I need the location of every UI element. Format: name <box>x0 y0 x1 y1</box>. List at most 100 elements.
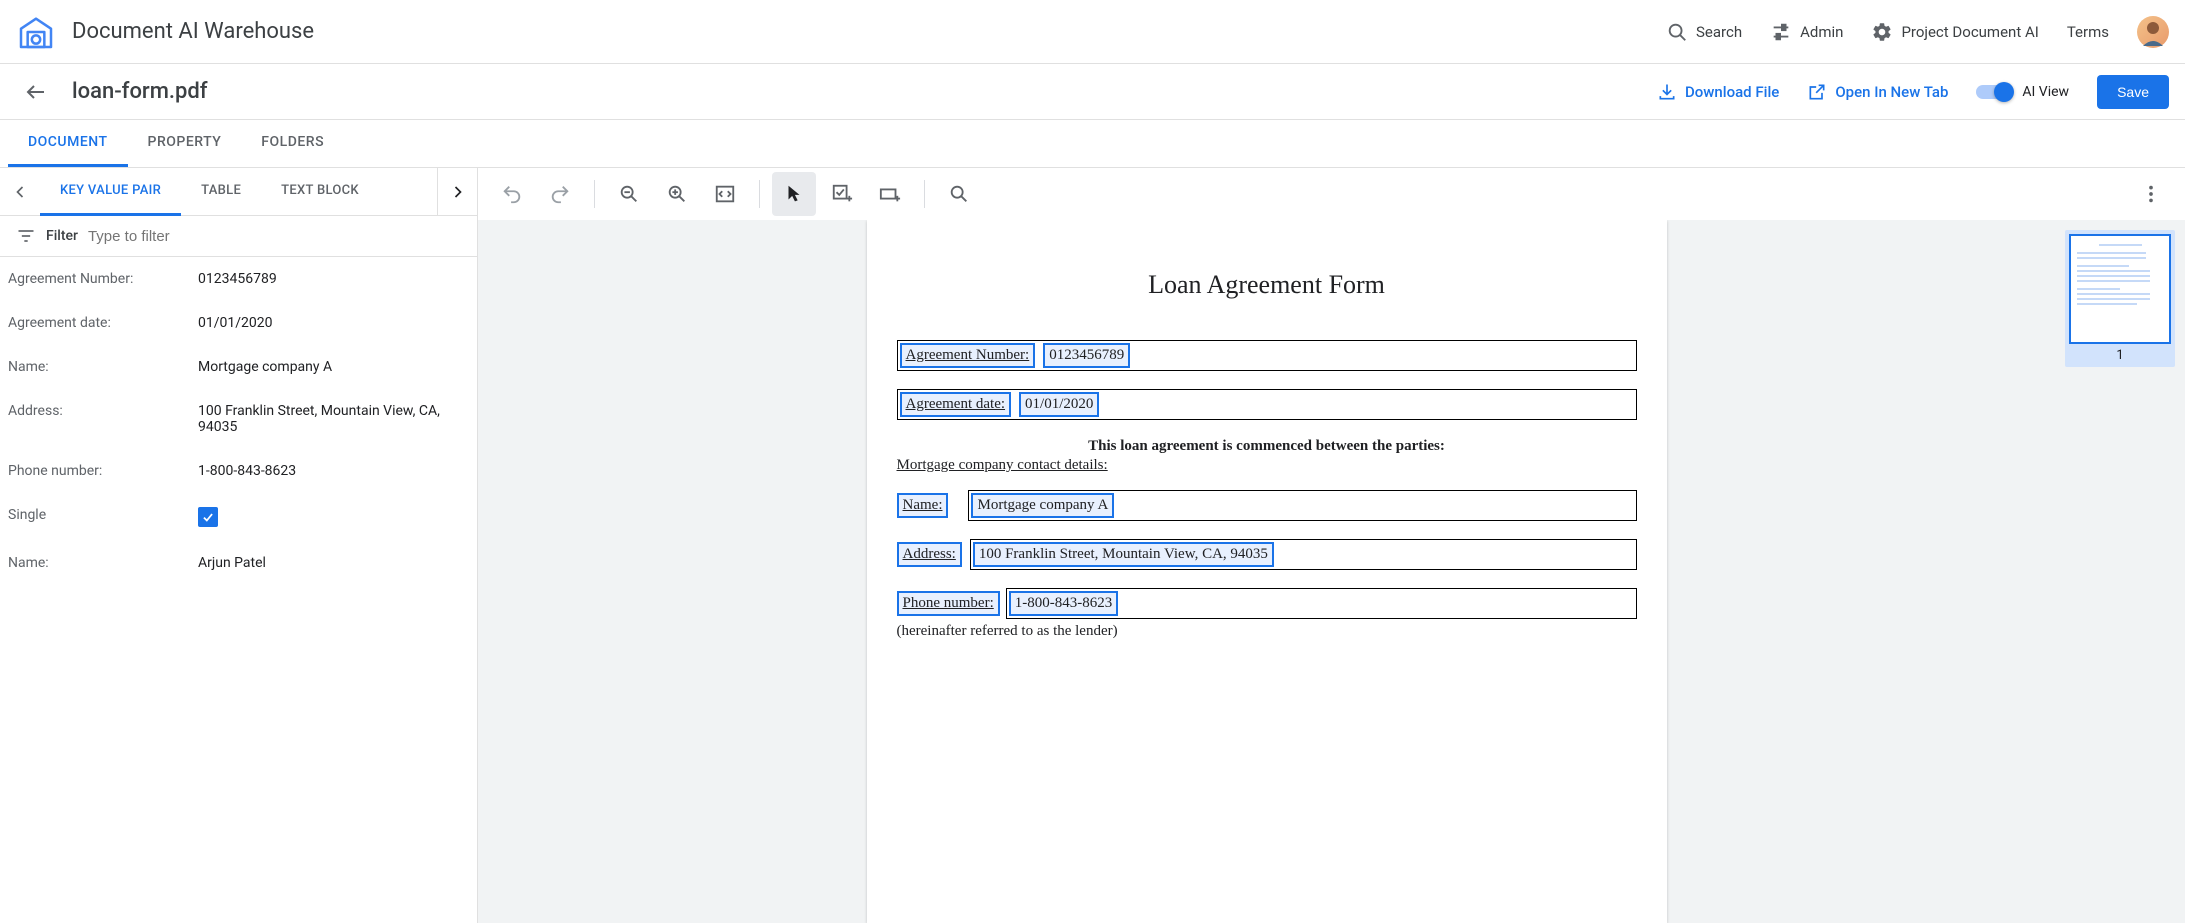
search-nav[interactable]: Search <box>1666 21 1742 43</box>
filter-label: Filter <box>46 228 78 244</box>
right-pane: Loan Agreement Form Agreement Number: 01… <box>478 168 2185 923</box>
viewer-area: Loan Agreement Form Agreement Number: 01… <box>478 220 2185 923</box>
redo-button[interactable] <box>538 172 582 216</box>
page-thumbnail-icon <box>2069 234 2171 344</box>
subtab-text-block[interactable]: TEXT BLOCK <box>261 168 379 216</box>
form-row: Agreement date: 01/01/2020 <box>897 389 1637 420</box>
ai-view-toggle[interactable] <box>1976 85 2012 99</box>
kv-row[interactable]: Phone number: 1-800-843-8623 <box>0 449 477 493</box>
kv-row[interactable]: Name: Arjun Patel <box>0 541 477 585</box>
back-button[interactable] <box>16 72 56 112</box>
admin-label: Admin <box>1800 23 1843 41</box>
field-value-highlight[interactable]: Mortgage company A <box>971 493 1114 518</box>
kv-value: Arjun Patel <box>198 555 469 571</box>
admin-nav[interactable]: Admin <box>1770 21 1843 43</box>
ai-view-label: AI View <box>2022 84 2069 100</box>
field-value-highlight[interactable]: 1-800-843-8623 <box>1009 591 1119 616</box>
form-row: Address: 100 Franklin Street, Mountain V… <box>897 539 1637 570</box>
subtab-key-value-pair[interactable]: KEY VALUE PAIR <box>40 168 181 216</box>
kv-key: Agreement date: <box>8 315 198 331</box>
more-options-button[interactable] <box>2129 172 2173 216</box>
field-value-highlight[interactable]: 0123456789 <box>1043 343 1130 368</box>
field-key-highlight[interactable]: Name: <box>897 493 949 518</box>
save-button[interactable]: Save <box>2097 75 2169 109</box>
page-canvas[interactable]: Loan Agreement Form Agreement Number: 01… <box>478 220 2055 923</box>
primary-tabs: DOCUMENT PROPERTY FOLDERS <box>0 120 2185 168</box>
field-key-highlight[interactable]: Agreement date: <box>900 392 1012 417</box>
kv-key: Address: <box>8 403 198 435</box>
logo-group: Document AI Warehouse <box>16 12 314 52</box>
subtabs: KEY VALUE PAIR TABLE TEXT BLOCK <box>40 168 437 216</box>
field-value-highlight[interactable]: 100 Franklin Street, Mountain View, CA, … <box>973 542 1274 567</box>
form-row: Agreement Number: 0123456789 <box>897 340 1637 371</box>
field-key-highlight[interactable]: Agreement Number: <box>900 343 1036 368</box>
docbar-actions: Download File Open In New Tab AI View Sa… <box>1657 75 2169 109</box>
toolbar-divider <box>594 180 595 208</box>
toolbar-divider <box>759 180 760 208</box>
kv-row[interactable]: Single <box>0 493 477 541</box>
document-page: Loan Agreement Form Agreement Number: 01… <box>867 220 1667 923</box>
subtab-table[interactable]: TABLE <box>181 168 261 216</box>
project-nav[interactable]: Project Document AI <box>1871 21 2038 43</box>
kv-key: Single <box>8 507 198 527</box>
parties-heading: This loan agreement is commenced between… <box>897 438 1637 455</box>
kv-value: 01/01/2020 <box>198 315 469 331</box>
kv-value: 0123456789 <box>198 271 469 287</box>
kv-row[interactable]: Name: Mortgage company A <box>0 345 477 389</box>
form-row: Name: Mortgage company A <box>897 490 1637 521</box>
add-field-tool[interactable] <box>868 172 912 216</box>
filter-icon <box>16 226 36 246</box>
tab-property[interactable]: PROPERTY <box>128 120 242 167</box>
add-checkbox-tool[interactable] <box>820 172 864 216</box>
undo-button[interactable] <box>490 172 534 216</box>
download-file-button[interactable]: Download File <box>1657 82 1779 102</box>
content-area: KEY VALUE PAIR TABLE TEXT BLOCK Filter A… <box>0 168 2185 923</box>
download-label: Download File <box>1685 83 1779 101</box>
terms-nav[interactable]: Terms <box>2067 23 2109 41</box>
filter-row: Filter <box>0 216 477 257</box>
topbar-actions: Search Admin Project Document AI Terms <box>1666 16 2169 48</box>
kv-row[interactable]: Agreement date: 01/01/2020 <box>0 301 477 345</box>
select-tool-button[interactable] <box>772 172 816 216</box>
kv-key: Name: <box>8 359 198 375</box>
kv-key: Agreement Number: <box>8 271 198 287</box>
zoom-in-button[interactable] <box>655 172 699 216</box>
terms-label: Terms <box>2067 23 2109 41</box>
search-icon <box>1666 21 1688 43</box>
kv-value: 1-800-843-8623 <box>198 463 469 479</box>
tab-document[interactable]: DOCUMENT <box>8 120 128 167</box>
open-in-new-icon <box>1807 82 1827 102</box>
open-new-tab-button[interactable]: Open In New Tab <box>1807 82 1948 102</box>
thumbnail-strip: 1 <box>2055 220 2185 923</box>
thumbnail-page-number: 1 <box>2069 348 2171 363</box>
subtab-scroll-left[interactable] <box>0 168 40 216</box>
viewer-toolbar <box>478 168 2185 220</box>
kv-key: Phone number: <box>8 463 198 479</box>
contact-heading: Mortgage company contact details: <box>897 457 1637 474</box>
field-key-highlight[interactable]: Address: <box>897 542 962 567</box>
user-avatar[interactable] <box>2137 16 2169 48</box>
field-value-highlight[interactable]: 01/01/2020 <box>1019 392 1099 417</box>
open-new-tab-label: Open In New Tab <box>1835 83 1948 101</box>
top-bar: Document AI Warehouse Search Admin Proje… <box>0 0 2185 64</box>
thumbnail-selected[interactable]: 1 <box>2065 230 2175 367</box>
tab-folders[interactable]: FOLDERS <box>241 120 344 167</box>
subtab-scroll-right[interactable] <box>437 168 477 216</box>
lender-note: (hereinafter referred to as the lender) <box>897 623 1637 640</box>
zoom-out-button[interactable] <box>607 172 651 216</box>
app-title: Document AI Warehouse <box>72 19 314 44</box>
filter-input[interactable] <box>88 228 461 245</box>
left-pane: KEY VALUE PAIR TABLE TEXT BLOCK Filter A… <box>0 168 478 923</box>
code-view-button[interactable] <box>703 172 747 216</box>
search-label: Search <box>1696 23 1742 41</box>
toolbar-divider <box>924 180 925 208</box>
document-filename: loan-form.pdf <box>72 79 208 104</box>
kv-row[interactable]: Address: 100 Franklin Street, Mountain V… <box>0 389 477 449</box>
gear-icon <box>1871 21 1893 43</box>
kv-list: Agreement Number: 0123456789 Agreement d… <box>0 257 477 923</box>
kv-row[interactable]: Agreement Number: 0123456789 <box>0 257 477 301</box>
form-title: Loan Agreement Form <box>897 270 1637 300</box>
search-tool-button[interactable] <box>937 172 981 216</box>
checkbox-checked-icon <box>198 507 218 527</box>
field-key-highlight[interactable]: Phone number: <box>897 591 1000 616</box>
